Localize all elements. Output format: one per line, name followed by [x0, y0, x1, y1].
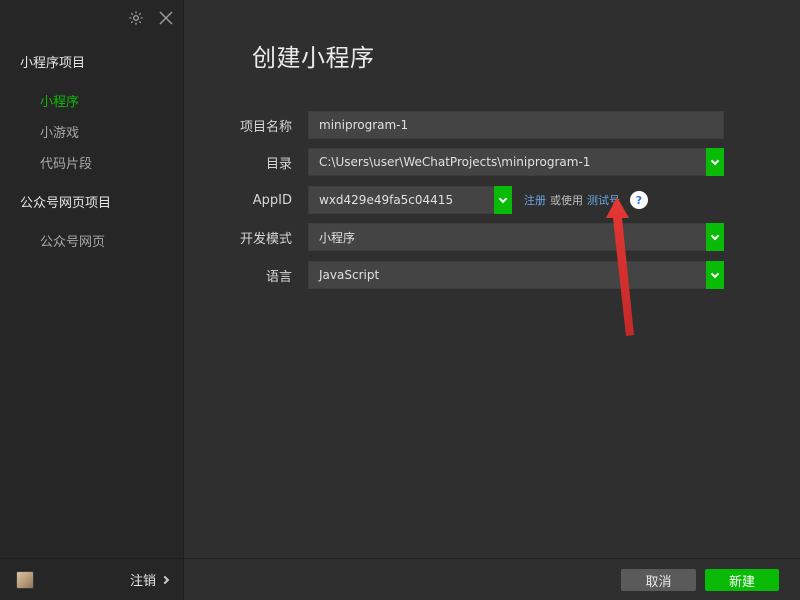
sidebar-item-miniprogram[interactable]: 小程序 [40, 91, 79, 110]
close-icon[interactable] [156, 8, 176, 28]
or-use-text: 或使用 [550, 194, 583, 207]
chevron-down-icon [710, 156, 720, 165]
help-icon[interactable]: ? [630, 191, 648, 209]
logout-button[interactable]: 注销 [129, 570, 170, 589]
appid-value: wxd429e49fa5c04415 [319, 193, 454, 207]
sidebar: 小程序项目 小程序 小游戏 代码片段 公众号网页项目 公众号网页 注销 [0, 0, 184, 600]
sidebar-top-icons [126, 8, 176, 28]
sidebar-section-miniprogram-projects: 小程序项目 [20, 56, 86, 71]
chevron-down-icon [710, 231, 720, 240]
chevron-down-icon [498, 194, 508, 203]
sidebar-item-official-account-web[interactable]: 公众号网页 [40, 231, 105, 250]
directory-select[interactable]: C:\Users\user\WeChatProjects\miniprogram… [308, 148, 724, 176]
language-dropdown-button[interactable] [706, 261, 724, 289]
sidebar-section-official-account-projects: 公众号网页项目 [20, 196, 112, 211]
appid-links: 注册 或使用 测试号 ? [524, 191, 648, 209]
directory-label: 目录 [265, 156, 292, 172]
project-name-input[interactable]: miniprogram-1 [308, 111, 724, 139]
appid-label: AppID [252, 192, 292, 208]
page-title: 创建小程序 [252, 44, 375, 72]
language-value: JavaScript [319, 268, 380, 282]
directory-dropdown-button[interactable] [706, 148, 724, 176]
test-account-link[interactable]: 测试号 [587, 192, 620, 208]
bottom-action-bar: 取消 新建 [184, 558, 800, 600]
sidebar-footer: 注销 [0, 558, 184, 600]
dev-mode-row: 开发模式 小程序 [226, 222, 746, 252]
language-label: 语言 [265, 269, 292, 285]
appid-select[interactable]: wxd429e49fa5c04415 [308, 186, 512, 214]
directory-row: 目录 C:\Users\user\WeChatProjects\miniprog… [226, 147, 746, 177]
chevron-right-icon [160, 575, 170, 585]
appid-dropdown-button[interactable] [494, 186, 512, 214]
avatar[interactable] [16, 570, 34, 589]
sidebar-item-code-snippets[interactable]: 代码片段 [40, 153, 92, 172]
register-link[interactable]: 注册 [524, 192, 546, 208]
appid-row: AppID wxd429e49fa5c04415 注册 或使用 测试号 ? [226, 185, 746, 215]
language-row: 语言 JavaScript [226, 260, 746, 290]
dev-mode-label: 开发模式 [239, 231, 292, 247]
create-button[interactable]: 新建 [705, 569, 779, 591]
project-name-label: 项目名称 [239, 119, 292, 135]
logout-label: 注销 [129, 574, 156, 589]
gear-icon[interactable] [126, 8, 146, 28]
dev-mode-select[interactable]: 小程序 [308, 223, 724, 251]
directory-value: C:\Users\user\WeChatProjects\miniprogram… [319, 155, 591, 169]
dev-mode-value: 小程序 [319, 230, 356, 245]
chevron-down-icon [710, 269, 720, 278]
project-name-row: 项目名称 miniprogram-1 [226, 110, 746, 140]
language-select[interactable]: JavaScript [308, 261, 724, 289]
project-name-value: miniprogram-1 [319, 118, 409, 132]
dev-mode-dropdown-button[interactable] [706, 223, 724, 251]
cancel-button[interactable]: 取消 [621, 569, 696, 591]
sidebar-item-minigame[interactable]: 小游戏 [40, 122, 79, 141]
